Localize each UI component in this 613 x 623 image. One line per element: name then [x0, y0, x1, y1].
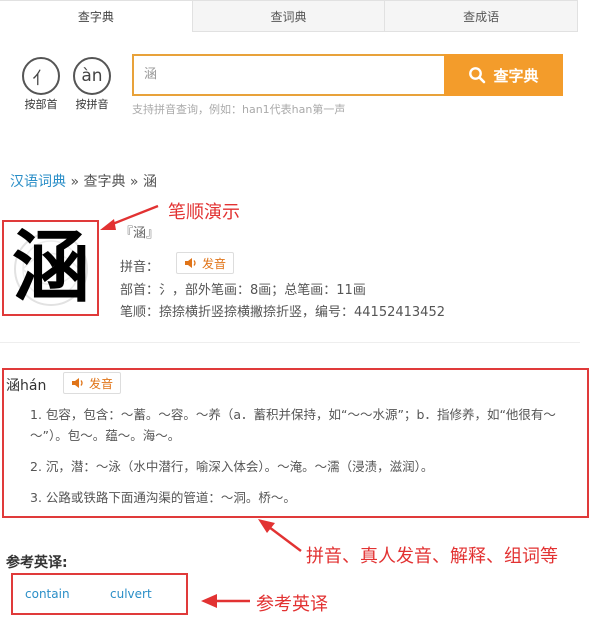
- breadcrumb-current: 涵: [142, 174, 157, 190]
- stroke-order-info: 笔顺：捺捺横折竖捺横撇捺折竖，编号：44152413452: [120, 305, 445, 320]
- lookup-pinyin-button[interactable]: àn: [73, 57, 111, 95]
- divider: [0, 342, 580, 343]
- tab-words[interactable]: 查词典: [192, 0, 386, 32]
- character-glyph: 涵: [11, 222, 90, 313]
- tab-character[interactable]: 查字典: [0, 0, 193, 32]
- stroke-animation-box[interactable]: 涵: [2, 220, 99, 316]
- speaker-icon: [185, 258, 196, 268]
- annotation-arrow-features: [258, 519, 302, 552]
- annotation-arrow-english: [201, 594, 250, 608]
- search-hint: 支持拼音查询，例如：han1代表han第一声: [132, 103, 346, 116]
- breadcrumb: 汉语词典 » 查字典 » 涵: [10, 171, 157, 191]
- character-title: 『涵』: [120, 226, 160, 241]
- pron-button-label: 发音: [202, 256, 227, 271]
- character-pron-button[interactable]: 发音: [176, 252, 235, 274]
- english-heading: 参考英译:: [6, 555, 68, 571]
- dictionary-tabs: 查字典 查词典 查成语: [0, 0, 579, 32]
- lookup-radical-button[interactable]: 亻: [22, 57, 60, 95]
- annotation-stroke: 笔顺演示: [168, 202, 240, 223]
- lookup-radical-label[interactable]: 按部首: [16, 96, 66, 112]
- search-input[interactable]: 涵: [132, 54, 446, 96]
- pinyin-label: 拼音：: [120, 260, 160, 275]
- lookup-pinyin-label[interactable]: 按拼音: [67, 96, 117, 112]
- english-word-link[interactable]: culvert: [110, 587, 152, 601]
- definition-item: 1. 包容，包含：～蓄。～容。～养（a．蓄积并保持，如“～～水源”；b．指修养，…: [30, 407, 556, 443]
- breadcrumb-separator: »: [66, 174, 84, 190]
- definition-item: 2. 沉，潜：～泳（水中潜行，喻深入体会）。～淹。～濡（浸渍，滋润）。: [30, 459, 434, 474]
- radical-icon: 亻: [22, 57, 60, 95]
- breadcrumb-separator: »: [125, 174, 143, 190]
- annotation-features: 拼音、真人发音、解释、组词等: [306, 546, 558, 567]
- radical-info: 部首：氵，部外笔画：8画；总笔画：11画: [120, 283, 366, 298]
- breadcrumb-section[interactable]: 查字典: [83, 174, 125, 190]
- search-icon: [469, 67, 486, 84]
- definition-item: 3. 公路或铁路下面通沟渠的管道：～洞。桥～。: [30, 490, 296, 505]
- tab-idioms[interactable]: 查成语: [385, 0, 579, 32]
- english-word-link[interactable]: contain: [25, 587, 70, 601]
- pinyin-icon: àn: [73, 57, 111, 95]
- search-button[interactable]: 查字典: [444, 54, 563, 96]
- annotation-english: 参考英译: [256, 594, 328, 615]
- search-button-label: 查字典: [493, 66, 539, 85]
- breadcrumb-root-link[interactable]: 汉语词典: [10, 174, 66, 190]
